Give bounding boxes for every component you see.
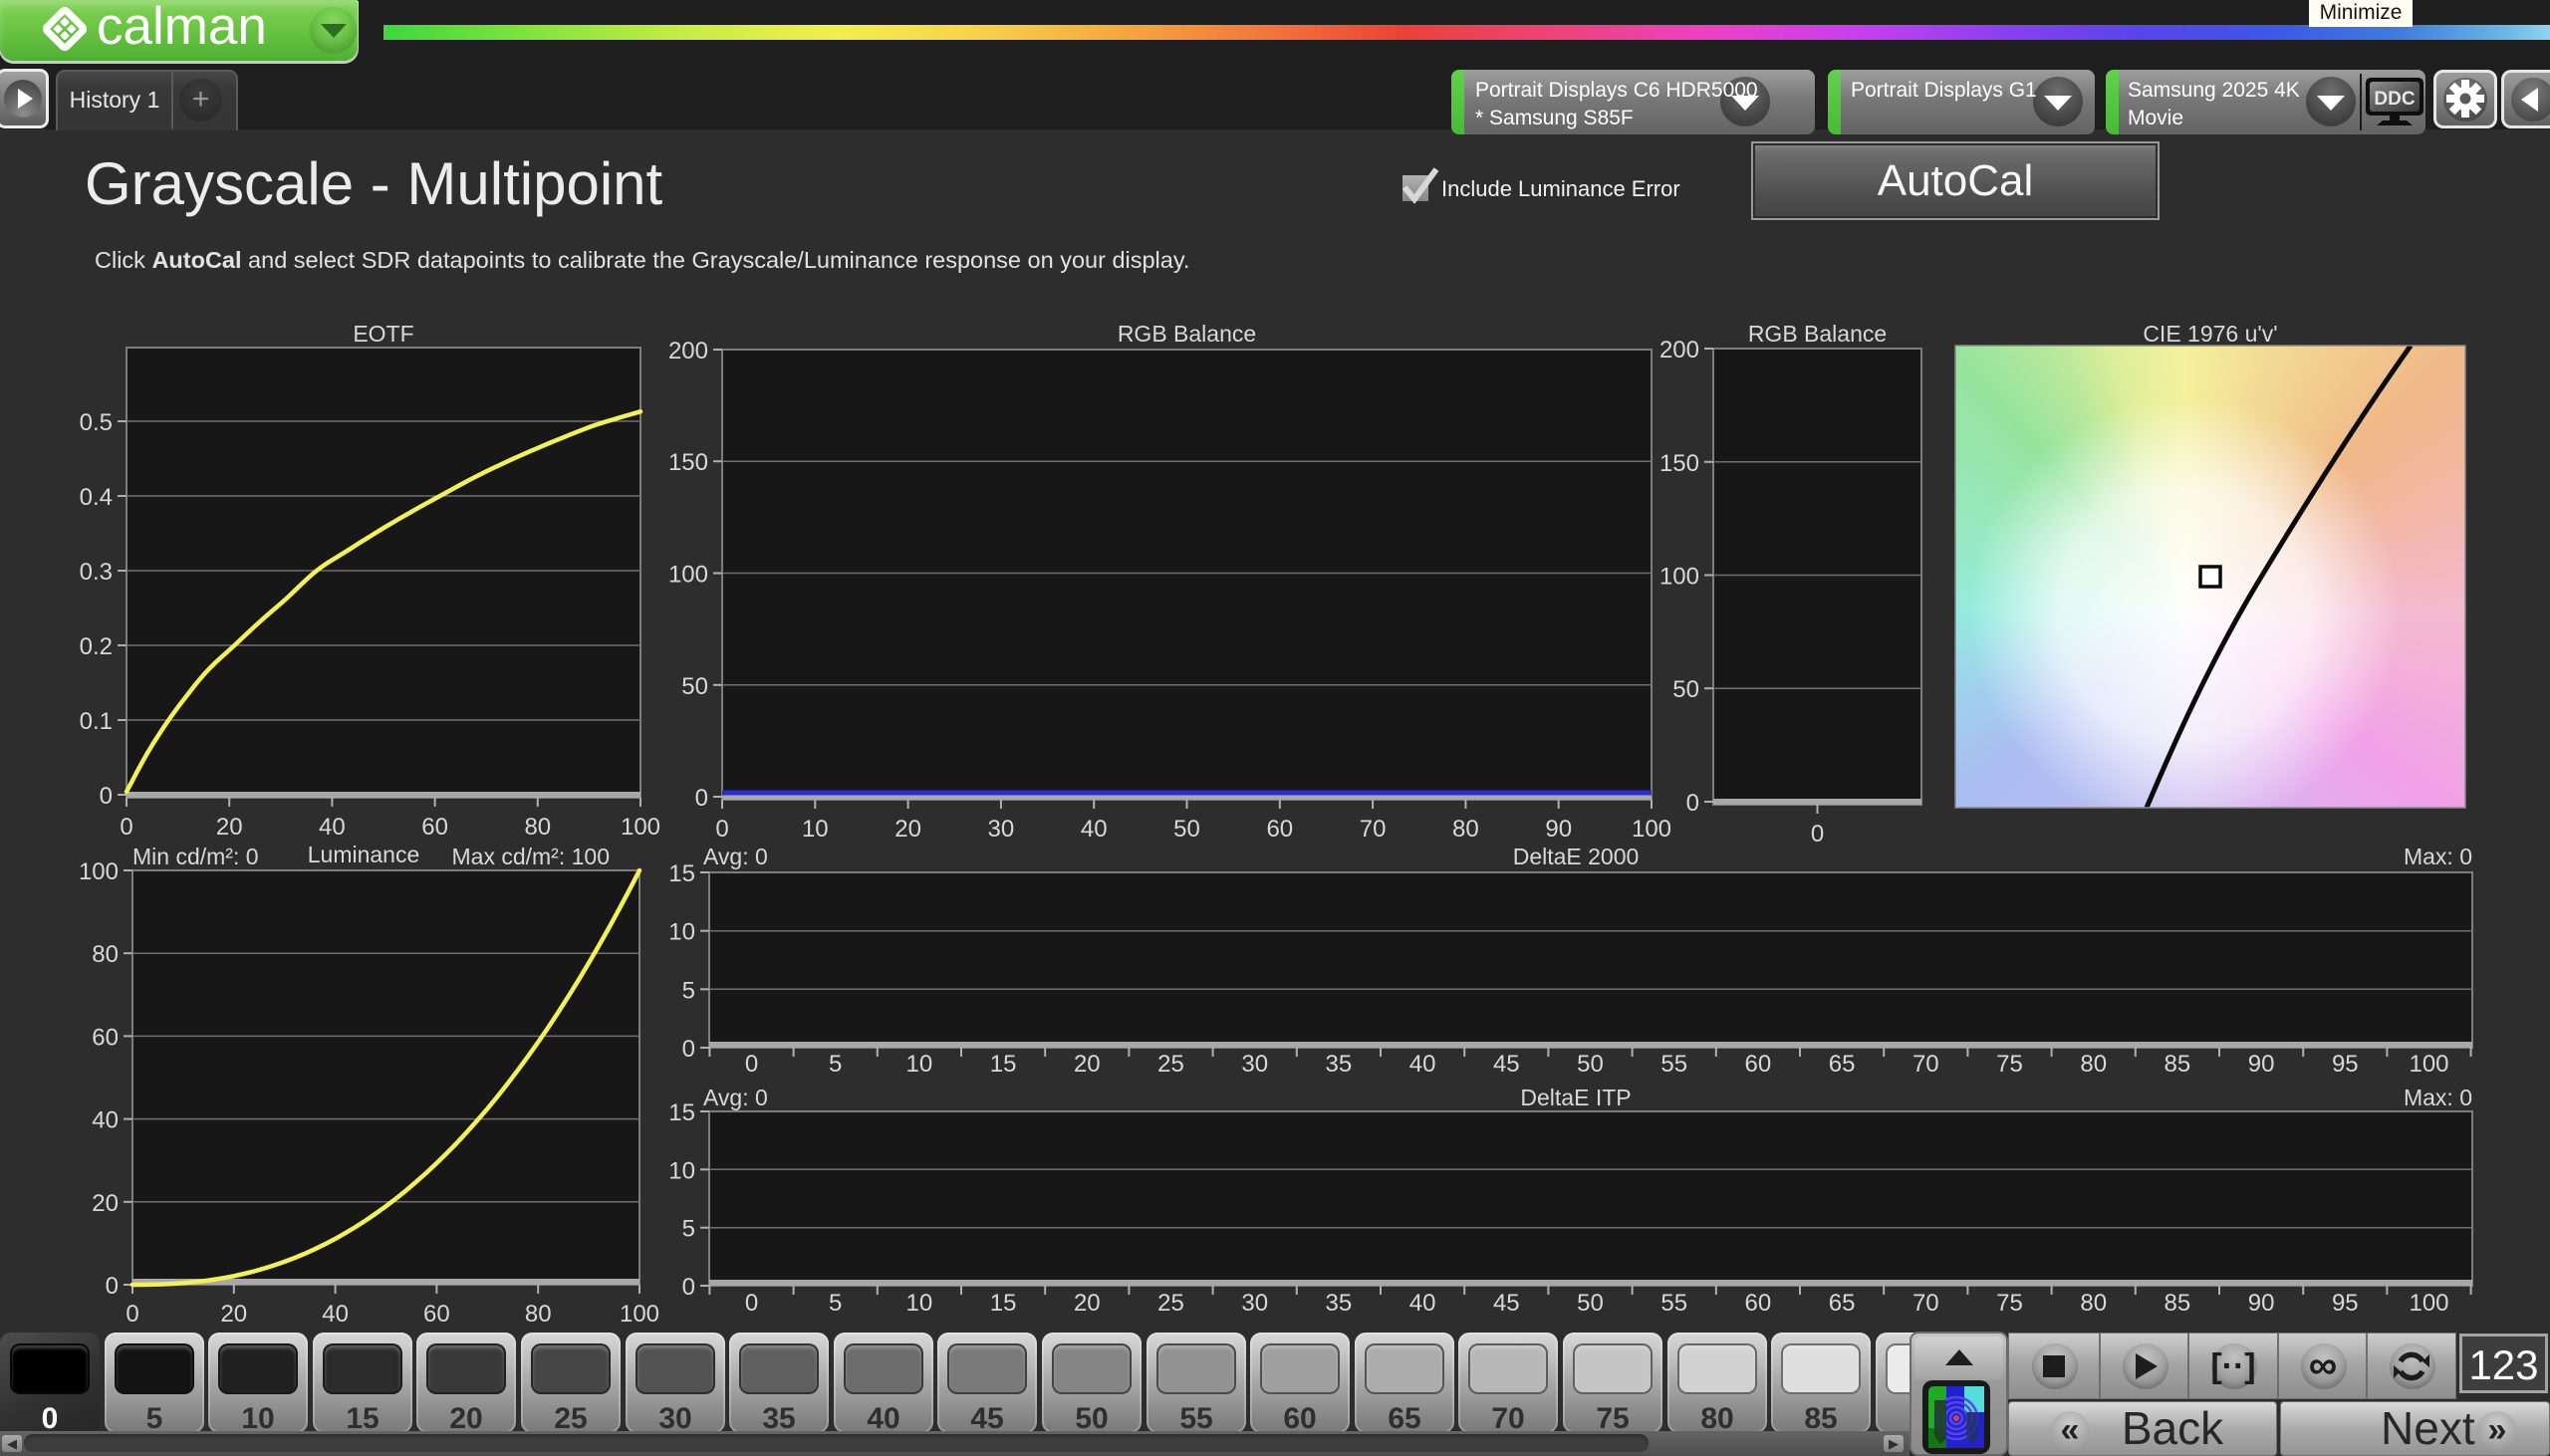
svg-text:5: 5 (829, 1051, 842, 1078)
svg-text:85: 85 (2165, 1290, 2191, 1317)
svg-text:0: 0 (682, 1274, 695, 1301)
svg-text:150: 150 (1659, 450, 1699, 477)
svg-text:0.3: 0.3 (80, 559, 113, 586)
svg-text:150: 150 (668, 449, 708, 476)
svg-text:∞: ∞ (2309, 1343, 2338, 1387)
svg-text:65: 65 (1829, 1290, 1856, 1317)
svg-text:RGB Balance: RGB Balance (1748, 321, 1887, 347)
svg-text:RGB Balance: RGB Balance (1118, 321, 1256, 347)
svg-text:100: 100 (2409, 1290, 2448, 1317)
svg-text:15: 15 (990, 1051, 1017, 1078)
svg-text:10: 10 (906, 1290, 933, 1317)
svg-text:5: 5 (682, 977, 695, 1004)
svg-text:20: 20 (1074, 1290, 1101, 1317)
svg-text:EOTF: EOTF (353, 321, 413, 347)
svg-text:DeltaE ITP: DeltaE ITP (1520, 1085, 1631, 1110)
svg-text:0.2: 0.2 (80, 633, 113, 660)
svg-text:30: 30 (1241, 1290, 1268, 1317)
svg-text:100: 100 (668, 562, 708, 589)
svg-text:95: 95 (2332, 1290, 2359, 1317)
svg-text:70: 70 (1912, 1051, 1939, 1078)
svg-text:80: 80 (92, 941, 119, 968)
svg-text:100: 100 (620, 1301, 659, 1328)
svg-text:20: 20 (220, 1301, 247, 1328)
svg-text:Avg: 0: Avg: 0 (703, 1085, 768, 1110)
svg-text:20: 20 (1074, 1051, 1101, 1078)
svg-text:Avg: 0: Avg: 0 (703, 844, 768, 869)
svg-text:0: 0 (682, 1036, 695, 1063)
svg-text:5: 5 (682, 1216, 695, 1243)
svg-text:5: 5 (829, 1290, 842, 1317)
svg-text:25: 25 (1157, 1290, 1184, 1317)
svg-text:15: 15 (990, 1290, 1017, 1317)
svg-text:15: 15 (668, 860, 695, 887)
svg-text:80: 80 (2080, 1290, 2107, 1317)
svg-text:55: 55 (1660, 1290, 1687, 1317)
svg-text:60: 60 (1745, 1290, 1772, 1317)
svg-text:10: 10 (668, 919, 695, 946)
svg-text:20: 20 (92, 1190, 119, 1217)
svg-text:100: 100 (79, 858, 119, 885)
svg-text:0: 0 (100, 783, 113, 810)
svg-text:75: 75 (1996, 1051, 2023, 1078)
svg-text:Min cd/m²: 0: Min cd/m²: 0 (132, 844, 259, 869)
svg-text:50: 50 (681, 673, 708, 700)
svg-text:35: 35 (1326, 1051, 1353, 1078)
svg-text:90: 90 (2248, 1051, 2275, 1078)
svg-text:0: 0 (745, 1290, 758, 1317)
svg-text:25: 25 (1157, 1051, 1184, 1078)
svg-text:200: 200 (668, 338, 708, 364)
svg-text:50: 50 (1577, 1051, 1604, 1078)
svg-text:40: 40 (92, 1107, 119, 1134)
svg-text:0: 0 (126, 1301, 138, 1328)
svg-text:60: 60 (1745, 1051, 1772, 1078)
svg-text:55: 55 (1660, 1051, 1687, 1078)
svg-text:30: 30 (1241, 1051, 1268, 1078)
svg-text:100: 100 (1659, 564, 1699, 591)
svg-text:Max cd/m²: 100: Max cd/m²: 100 (452, 844, 611, 869)
svg-text:Luminance: Luminance (308, 842, 420, 867)
svg-text:90: 90 (2248, 1290, 2275, 1317)
svg-text:50: 50 (1577, 1290, 1604, 1317)
svg-text:DeltaE 2000: DeltaE 2000 (1513, 844, 1640, 869)
svg-text:70: 70 (1912, 1290, 1939, 1317)
svg-text:50: 50 (1672, 676, 1699, 703)
svg-text:60: 60 (92, 1024, 119, 1051)
svg-text:65: 65 (1829, 1051, 1856, 1078)
svg-text:80: 80 (525, 1301, 552, 1328)
svg-text:100: 100 (2409, 1051, 2448, 1078)
svg-text:40: 40 (322, 1301, 349, 1328)
svg-text:0.4: 0.4 (80, 484, 113, 511)
svg-text:[··]: [··] (2210, 1347, 2255, 1385)
svg-text:0: 0 (106, 1273, 119, 1300)
svg-text:35: 35 (1326, 1290, 1353, 1317)
svg-text:95: 95 (2332, 1051, 2359, 1078)
svg-text:85: 85 (2165, 1051, 2191, 1078)
svg-text:60: 60 (423, 1301, 450, 1328)
svg-text:45: 45 (1493, 1290, 1520, 1317)
svg-text:0: 0 (1686, 790, 1699, 817)
svg-text:15: 15 (668, 1099, 695, 1126)
svg-text:45: 45 (1493, 1051, 1520, 1078)
svg-text:0.5: 0.5 (80, 409, 113, 436)
svg-text:0: 0 (745, 1051, 758, 1078)
svg-text:CIE 1976 u'v': CIE 1976 u'v' (2143, 321, 2277, 347)
svg-text:80: 80 (2080, 1051, 2107, 1078)
svg-text:Max: 0: Max: 0 (2404, 844, 2472, 869)
svg-text:Max: 0: Max: 0 (2404, 1085, 2472, 1110)
svg-text:10: 10 (906, 1051, 933, 1078)
svg-text:0: 0 (695, 785, 708, 812)
svg-text:10: 10 (668, 1157, 695, 1184)
svg-text:75: 75 (1996, 1290, 2023, 1317)
svg-text:40: 40 (1409, 1051, 1436, 1078)
svg-text:40: 40 (1409, 1290, 1436, 1317)
svg-text:0.1: 0.1 (80, 708, 113, 735)
svg-text:200: 200 (1659, 337, 1699, 364)
